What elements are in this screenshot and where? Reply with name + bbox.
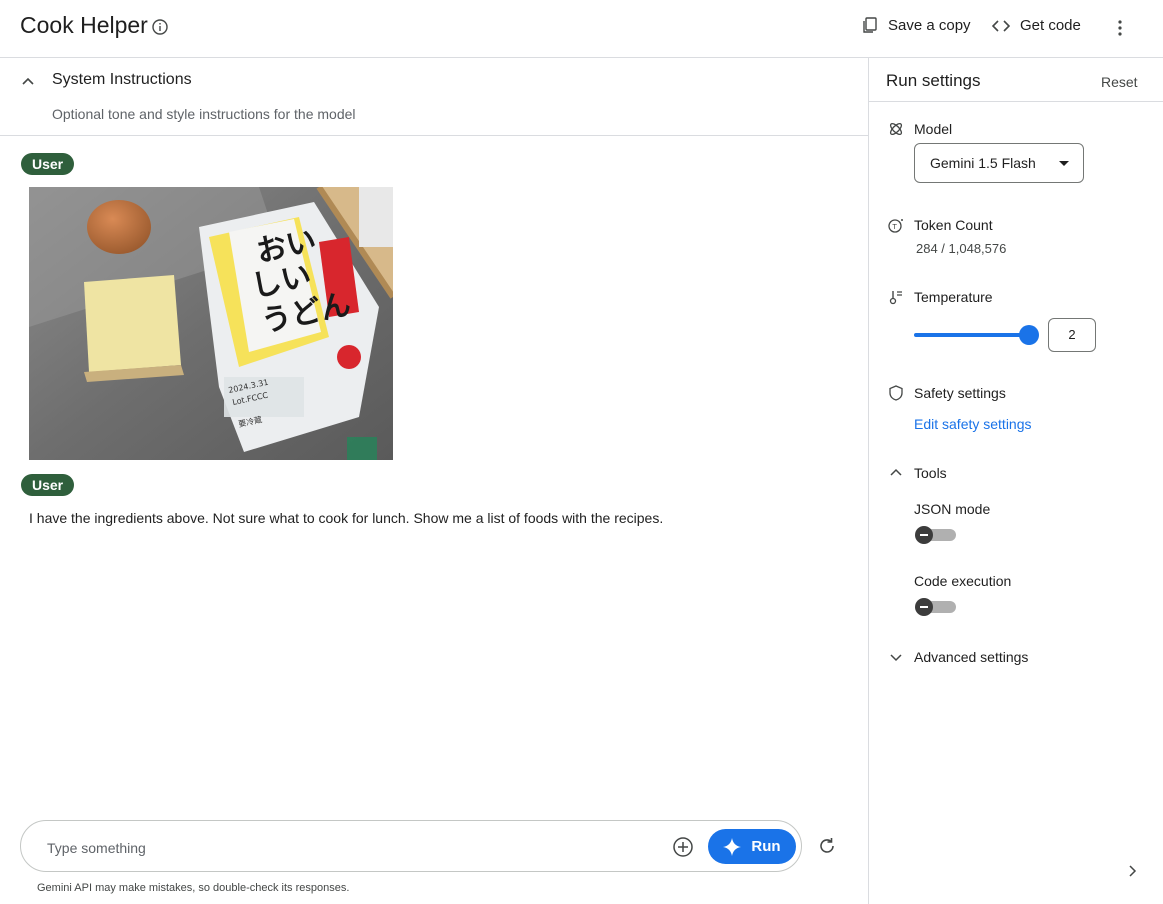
info-icon[interactable] — [152, 19, 168, 35]
json-mode-label: JSON mode — [914, 501, 991, 517]
prompt-composer: Run — [20, 820, 802, 872]
code-execution-label: Code execution — [914, 573, 1012, 589]
run-settings-title: Run settings — [886, 71, 981, 90]
temperature-slider-track[interactable] — [914, 333, 1029, 337]
dropdown-arrow-icon — [1059, 161, 1069, 166]
system-instructions-section: System Instructions Optional tone and st… — [0, 58, 868, 136]
sparkle-icon — [723, 837, 742, 856]
model-label: Model — [914, 121, 953, 137]
temperature-input[interactable]: 2 — [1048, 318, 1096, 352]
shield-icon — [889, 385, 903, 401]
tools-label[interactable]: Tools — [914, 465, 947, 481]
advanced-settings-label[interactable]: Advanced settings — [914, 649, 1028, 665]
code-icon — [992, 19, 1010, 32]
json-mode-toggle[interactable] — [914, 524, 956, 546]
model-icon — [889, 122, 903, 136]
refresh-icon[interactable] — [818, 837, 836, 855]
save-copy-button[interactable]: Save a copy — [862, 17, 971, 34]
system-instructions-title[interactable]: System Instructions — [52, 71, 192, 89]
code-execution-toggle[interactable] — [914, 596, 956, 618]
save-copy-label: Save a copy — [888, 17, 971, 34]
user-role-badge: User — [21, 474, 75, 496]
model-select[interactable]: Gemini 1.5 Flash — [914, 143, 1084, 183]
token-count-label: Token Count — [914, 217, 993, 233]
reset-button[interactable]: Reset — [1101, 74, 1138, 90]
user-message-text: I have the ingredients above. Not sure w… — [29, 510, 664, 526]
chevron-up-icon[interactable] — [20, 74, 36, 90]
get-code-button[interactable]: Get code — [992, 17, 1081, 34]
edit-safety-settings-link[interactable]: Edit safety settings — [914, 416, 1032, 432]
get-code-label: Get code — [1020, 17, 1081, 34]
temperature-slider-thumb[interactable] — [1019, 325, 1039, 345]
model-selected-value: Gemini 1.5 Flash — [930, 155, 1036, 171]
ingredients-photo[interactable]: おい しい うどん 2024.3.31 Lot.FCCC 要冷蔵 — [29, 187, 393, 460]
copy-icon — [863, 17, 877, 33]
more-vert-icon[interactable] — [1112, 18, 1128, 38]
prompt-panel: System Instructions Optional tone and st… — [0, 58, 869, 904]
user-role-badge: User — [21, 153, 75, 175]
chevron-right-icon[interactable] — [1126, 864, 1138, 878]
prompt-title[interactable]: Cook Helper — [20, 12, 148, 39]
system-instructions-input[interactable]: Optional tone and style instructions for… — [52, 106, 356, 122]
run-settings-panel: Run settings Reset Model Gemini 1.5 Flas… — [869, 58, 1163, 904]
safety-settings-label: Safety settings — [914, 385, 1006, 401]
prompt-input[interactable] — [45, 835, 649, 861]
chevron-down-icon[interactable] — [888, 649, 904, 665]
svg-text:T: T — [892, 223, 898, 231]
top-bar: Cook Helper Save a copy Get code — [0, 0, 1163, 58]
disclaimer-text: Gemini API may make mistakes, so double-… — [37, 882, 350, 894]
thermometer-icon — [889, 291, 902, 305]
divider — [869, 101, 1163, 102]
add-circle-icon[interactable] — [672, 836, 694, 858]
run-label: Run — [751, 838, 781, 855]
run-button[interactable]: Run — [708, 829, 796, 864]
token-count-icon: T — [888, 219, 903, 233]
token-count-value: 284 / 1,048,576 — [916, 241, 1007, 256]
temperature-label: Temperature — [914, 289, 993, 305]
chevron-up-icon[interactable] — [888, 465, 904, 481]
